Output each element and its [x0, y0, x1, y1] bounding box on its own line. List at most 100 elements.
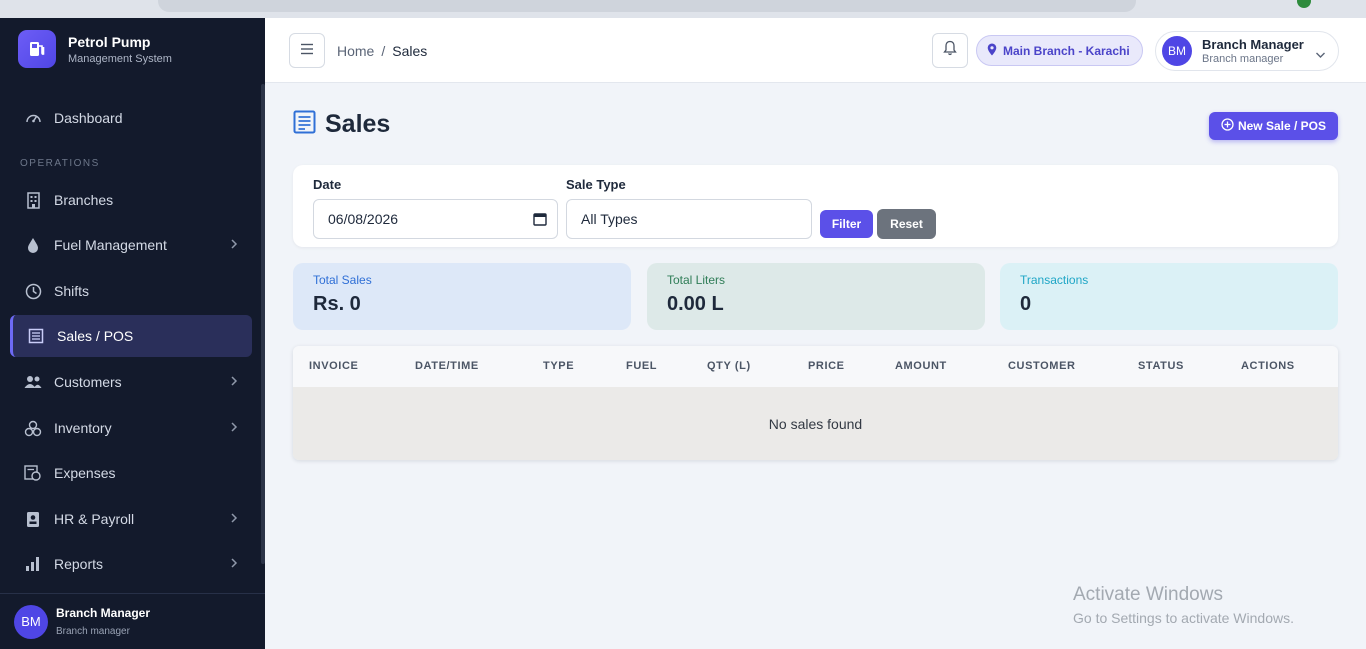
sidebar-item-label: Dashboard — [54, 110, 123, 126]
sidebar-user-role: Branch manager — [56, 626, 130, 637]
browser-toolbar — [0, 0, 1366, 18]
stat-card-transactions: Transactions 0 — [1000, 263, 1338, 330]
stat-value: 0.00 L — [667, 293, 724, 315]
sidebar-item-label: Branches — [54, 192, 114, 208]
building-icon — [24, 191, 42, 209]
sidebar-item-customers[interactable]: Customers — [10, 361, 252, 403]
column-header-status[interactable]: STATUS — [1138, 360, 1184, 372]
stat-label: Transactions — [1020, 273, 1089, 287]
fuel-pump-icon — [18, 30, 56, 68]
map-pin-icon — [987, 43, 997, 59]
avatar: BM — [14, 604, 48, 639]
sidebar-item-dashboard[interactable]: Dashboard — [10, 97, 252, 139]
sale-type-label: Sale Type — [566, 177, 626, 192]
column-header-actions[interactable]: ACTIONS — [1241, 360, 1295, 372]
sidebar-user[interactable]: BM Branch Manager Branch manager — [0, 593, 265, 649]
clock-icon — [24, 282, 42, 300]
column-header-amount[interactable]: AMOUNT — [895, 360, 947, 372]
address-bar[interactable] — [158, 0, 1136, 12]
bar-chart-icon — [24, 555, 42, 573]
receipt-icon — [27, 327, 45, 345]
column-header-qty[interactable]: QTY (L) — [707, 360, 751, 372]
column-header-price[interactable]: PRICE — [808, 360, 845, 372]
bell-icon — [943, 40, 957, 61]
empty-state-message: No sales found — [293, 387, 1338, 460]
avatar: BM — [1162, 36, 1192, 66]
column-header-customer[interactable]: CUSTOMER — [1008, 360, 1076, 372]
sidebar-item-fuel-management[interactable]: Fuel Management — [10, 224, 252, 266]
sidebar-item-expenses[interactable]: Expenses — [10, 452, 252, 494]
sale-type-select[interactable]: All Types — [566, 199, 812, 239]
user-role: Branch manager — [1202, 53, 1284, 65]
sidebar-item-label: Sales / POS — [57, 328, 134, 344]
watermark-title: Activate Windows — [1073, 584, 1223, 605]
plus-circle-icon — [1221, 118, 1234, 134]
id-badge-icon — [24, 510, 42, 528]
brand-subtitle: Management System — [68, 52, 172, 65]
sidebar-item-branches[interactable]: Branches — [10, 179, 252, 221]
date-input[interactable]: 06/08/2026 — [313, 199, 558, 239]
user-name: Branch Manager — [1202, 37, 1304, 52]
sidebar-item-label: Fuel Management — [54, 237, 167, 253]
breadcrumb: Home / Sales — [337, 43, 427, 59]
sidebar-item-shifts[interactable]: Shifts — [10, 270, 252, 312]
sidebar-item-label: Shifts — [54, 283, 90, 299]
reset-button[interactable]: Reset — [877, 209, 936, 239]
branch-selector[interactable]: Main Branch - Karachi — [976, 35, 1143, 66]
sidebar-user-name: Branch Manager — [56, 606, 151, 620]
column-header-date-time[interactable]: DATE/TIME — [415, 360, 479, 372]
menu-toggle-button[interactable] — [289, 33, 325, 68]
chevron-right-icon — [230, 511, 238, 527]
new-sale-label: New Sale / POS — [1237, 119, 1327, 133]
user-menu[interactable]: BM Branch Manager Branch manager — [1155, 31, 1339, 71]
filter-button[interactable]: Filter — [820, 210, 873, 238]
boxes-icon — [24, 419, 42, 437]
breadcrumb-home-link[interactable]: Home — [337, 43, 374, 59]
sidebar-item-hr-payroll[interactable]: HR & Payroll — [10, 498, 252, 540]
page-header: Sales — [293, 110, 390, 139]
topbar: Home / Sales Main Branch - Karachi BM Bran… — [265, 18, 1366, 83]
cash-icon — [24, 464, 42, 482]
sidebar-item-label: Reports — [54, 556, 104, 572]
chevron-right-icon — [230, 420, 238, 436]
stat-label: Total Liters — [667, 273, 726, 287]
profile-icon[interactable] — [1297, 0, 1311, 8]
stat-card-total-liters: Total Liters 0.00 L — [647, 263, 985, 330]
sidebar-section-label: OPERATIONS — [20, 158, 100, 169]
sidebar-item-label: Customers — [54, 374, 122, 390]
chevron-right-icon — [230, 556, 238, 572]
sidebar-item-inventory[interactable]: Inventory — [10, 407, 252, 449]
sale-type-value: All Types — [581, 211, 638, 227]
branch-name: Main Branch - Karachi — [1003, 43, 1130, 58]
chevron-down-icon — [1315, 46, 1326, 64]
droplet-icon — [24, 236, 42, 254]
sidebar-scrollbar[interactable] — [261, 84, 265, 564]
sidebar-item-label: HR & Payroll — [54, 511, 135, 527]
sidebar-item-label: Expenses — [54, 465, 116, 481]
sidebar-item-sales-pos[interactable]: Sales / POS — [10, 315, 252, 357]
stat-label: Total Sales — [313, 273, 372, 287]
column-header-invoice[interactable]: INVOICE — [309, 360, 358, 372]
date-label: Date — [313, 177, 342, 192]
sidebar: Petrol Pump Management System Dashboard … — [0, 18, 265, 649]
hamburger-icon — [300, 42, 314, 60]
stat-card-total-sales: Total Sales Rs. 0 — [293, 263, 631, 330]
chevron-right-icon — [230, 237, 238, 253]
calendar-icon[interactable] — [533, 212, 547, 229]
brand-title: Petrol Pump — [68, 33, 151, 50]
stat-value: Rs. 0 — [313, 293, 361, 315]
sidebar-item-label: Inventory — [54, 420, 112, 436]
sales-table: INVOICE DATE/TIME TYPE FUEL QTY (L) PRIC… — [293, 346, 1338, 460]
stat-value: 0 — [1020, 293, 1032, 315]
column-header-fuel[interactable]: FUEL — [626, 360, 657, 372]
date-value: 06/08/2026 — [328, 211, 399, 227]
page-title: Sales — [325, 110, 391, 138]
filter-panel: Date 06/08/2026 Sale Type All Types Filt… — [293, 165, 1338, 247]
brand[interactable]: Petrol Pump Management System — [18, 30, 172, 68]
notifications-button[interactable] — [932, 33, 968, 68]
new-sale-button[interactable]: New Sale / POS — [1209, 112, 1338, 140]
watermark-subtitle: Go to Settings to activate Windows. — [1073, 610, 1294, 626]
sidebar-item-reports[interactable]: Reports — [10, 543, 252, 585]
column-header-type[interactable]: TYPE — [543, 360, 574, 372]
breadcrumb-current: Sales — [392, 43, 428, 59]
